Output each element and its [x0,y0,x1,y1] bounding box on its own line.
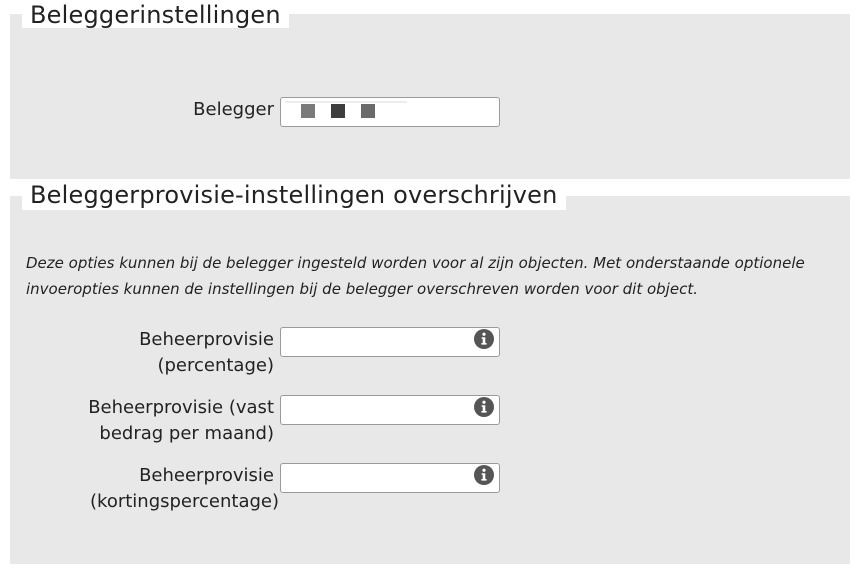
field-label-line1: Beheerprovisie [139,329,274,350]
info-icon[interactable] [474,329,494,349]
info-icon[interactable] [474,465,494,485]
field-label-line2: bedrag per maand) [99,423,274,444]
investor-settings-title: Beleggerinstellingen [22,0,289,29]
field-label-line2: (percentage) [157,355,274,376]
masked-char [361,104,375,118]
field-label-line2: (kortingspercentage) [90,491,279,512]
masked-char [301,104,315,118]
management-fee-percentage-input[interactable] [280,327,500,357]
field-label-line1: Beheerprovisie (vast [88,397,274,418]
field-label-box: Beheerprovisie (vast bedrag per maand) [10,395,274,447]
investor-settings-panel: Beleggerinstellingen Belegger [10,0,850,179]
masked-value-underline [285,101,407,103]
info-icon[interactable] [474,397,494,417]
investor-label-box: Belegger [10,97,274,123]
field-label-box: Beheerprovisie (kortingspercentage) [10,463,279,515]
investor-input[interactable] [280,97,500,127]
field-label-line1: Beheerprovisie [139,465,274,486]
masked-char [331,104,345,118]
commission-overrides-title: Beleggerprovisie-instellingen overschrij… [22,180,566,210]
management-fee-discount-percentage-input[interactable] [280,463,500,493]
commission-overrides-panel: Beleggerprovisie-instellingen overschrij… [10,180,850,564]
management-fee-fixed-amount-input[interactable] [280,395,500,425]
investor-label: Belegger [193,99,274,120]
masked-investor-value [301,104,375,118]
commission-overrides-description: Deze opties kunnen bij de belegger inges… [26,254,805,298]
field-label-box: Beheerprovisie (percentage) [10,327,274,379]
